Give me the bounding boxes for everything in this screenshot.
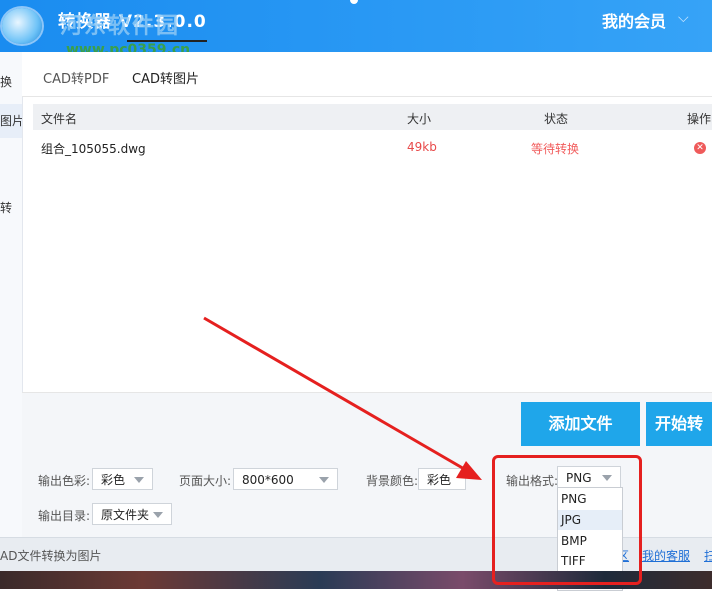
window-handle xyxy=(350,0,358,4)
table-header: 文件名 大小 状态 操作 xyxy=(33,104,712,130)
file-status: 等待转换 xyxy=(531,142,580,156)
tab-cad-to-pdf[interactable]: CAD转PDF xyxy=(43,68,109,87)
customer-service-link[interactable]: 我的客服 xyxy=(642,547,690,564)
watermark-name: 河东软件园 xyxy=(60,14,181,39)
delete-icon[interactable]: ✕ xyxy=(694,142,706,154)
active-tab-indicator xyxy=(127,40,207,42)
caret-down-icon xyxy=(153,512,163,518)
sidebar: 换 图片 转 xyxy=(0,52,23,537)
output-dir-value: 原文件夹 xyxy=(101,508,150,522)
caret-down-icon xyxy=(134,477,144,483)
bg-color-value: 彩色 xyxy=(427,473,452,487)
app-logo xyxy=(2,8,42,44)
tab-cad-to-image[interactable]: CAD转图片 xyxy=(132,68,199,87)
caret-down-icon xyxy=(319,477,329,483)
output-color-select[interactable]: 彩色 xyxy=(92,468,153,490)
output-color-value: 彩色 xyxy=(101,473,126,487)
column-header-size: 大小 xyxy=(407,112,432,126)
page-size-value: 800*600 xyxy=(242,473,294,487)
page-size-select[interactable]: 800*600 xyxy=(233,468,338,490)
bg-color-select[interactable]: 彩色 xyxy=(418,468,466,490)
page-size-label: 页面大小: xyxy=(179,474,232,488)
table-row[interactable]: 组合_105055.dwg 49kb 等待转换 ✕ xyxy=(33,134,712,164)
my-membership-link[interactable]: 我的会员 xyxy=(602,8,666,32)
file-table: 文件名 大小 状态 操作 组合_105055.dwg 49kb 等待转换 ✕ xyxy=(33,104,712,394)
scan-link[interactable]: 扫 xyxy=(704,547,712,564)
tab-bar: CAD转PDF CAD转图片 xyxy=(22,52,712,97)
column-header-action: 操作 xyxy=(687,112,712,126)
output-dir-label: 输出目录: xyxy=(38,509,91,523)
bg-color-label: 背景颜色: xyxy=(366,474,419,488)
start-convert-button[interactable]: 开始转 xyxy=(646,402,712,446)
output-color-label: 输出色彩: xyxy=(38,474,91,488)
column-header-filename: 文件名 xyxy=(41,112,78,126)
add-file-button[interactable]: 添加文件 xyxy=(521,402,640,446)
sidebar-item-convert[interactable]: 换 xyxy=(0,68,22,96)
sidebar-item-image[interactable]: 图片 xyxy=(0,104,22,138)
sidebar-item-other[interactable]: 转 xyxy=(0,196,22,220)
file-size: 49kb xyxy=(407,140,437,154)
file-name: 组合_105055.dwg xyxy=(41,142,146,156)
status-text: AD文件转换为图片 xyxy=(0,549,102,563)
highlight-box xyxy=(492,455,642,585)
chevron-down-icon[interactable]: ⌵ xyxy=(678,10,689,26)
output-dir-select[interactable]: 原文件夹 xyxy=(92,503,172,525)
title-bar: 转换器 V2.3.0.0 河东软件园 www.pc0359.cn 我的会员 ⌵ xyxy=(0,0,712,58)
column-header-status: 状态 xyxy=(544,112,569,126)
